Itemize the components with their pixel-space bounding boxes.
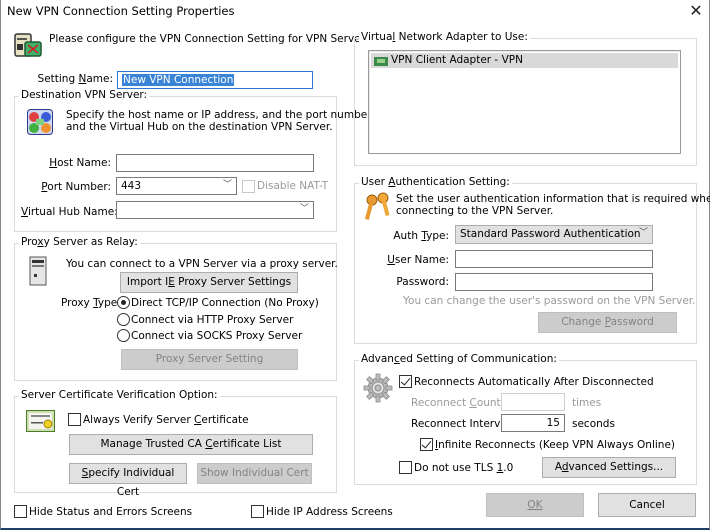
certificate-group-label: Server Certificate Verification Option: bbox=[19, 389, 220, 401]
reconnect-interval-input[interactable]: 15 bbox=[501, 414, 565, 432]
advanced-group-label: Advanced Setting of Communication: bbox=[359, 353, 559, 365]
change-password-button[interactable]: Change Password bbox=[538, 312, 677, 333]
chevron-down-icon: ﹀ bbox=[299, 204, 309, 214]
reconnect-count-input[interactable] bbox=[501, 393, 565, 411]
host-name-input[interactable] bbox=[116, 154, 314, 172]
auth-description-line2: connecting to the VPN Server. bbox=[396, 205, 554, 217]
setting-name-label: Setting Name: bbox=[37, 73, 113, 85]
destination-group-label: Destination VPN Server: bbox=[19, 89, 150, 101]
adapter-group-label: Virtual Network Adapter to Use: bbox=[359, 31, 530, 43]
proxy-option-direct-label: Direct TCP/IP Connection (No Proxy) bbox=[131, 297, 319, 309]
proxy-type-label: Proxy Type: bbox=[61, 297, 121, 309]
auth-description-line1: Set the user authentication information … bbox=[396, 193, 710, 205]
network-adapter-icon bbox=[374, 56, 388, 66]
hide-ip-label: Hide IP Address Screens bbox=[266, 506, 393, 518]
disable-natt-label: Disable NAT-T bbox=[257, 180, 329, 192]
infinite-reconnect-checkbox[interactable] bbox=[420, 438, 433, 451]
hide-status-label: Hide Status and Errors Screens bbox=[29, 506, 193, 518]
vpn-properties-dialog: New VPN Connection Setting Properties ✕ … bbox=[0, 0, 710, 530]
import-ie-proxy-button[interactable]: Import IE Proxy Server Settings bbox=[120, 272, 298, 293]
adapter-list[interactable]: VPN Client Adapter - VPN bbox=[368, 50, 681, 154]
setting-name-input[interactable]: New VPN Connection bbox=[117, 71, 313, 89]
ok-button[interactable]: OK bbox=[486, 493, 584, 517]
always-verify-checkbox[interactable] bbox=[68, 413, 81, 426]
list-item[interactable]: VPN Client Adapter - VPN bbox=[371, 53, 678, 68]
proxy-server-setting-button[interactable]: Proxy Server Setting bbox=[121, 349, 298, 370]
always-verify-label: Always Verify Server Certificate bbox=[83, 414, 249, 426]
close-icon[interactable]: ✕ bbox=[687, 2, 705, 20]
disable-natt-checkbox[interactable] bbox=[242, 180, 255, 193]
computer-tower-icon bbox=[28, 256, 48, 286]
infinite-reconnect-label: Infinite Reconnects (Keep VPN Always Onl… bbox=[435, 439, 676, 451]
reconnect-auto-label: Reconnects Automatically After Disconnec… bbox=[414, 376, 654, 388]
window-title: New VPN Connection Setting Properties bbox=[7, 4, 235, 18]
username-label: User Name: bbox=[387, 254, 449, 266]
intro-text: Please configure the VPN Connection Sett… bbox=[49, 33, 368, 45]
reconnect-count-label: Reconnect Count: bbox=[411, 397, 505, 409]
specify-individual-cert-button[interactable]: Specify Individual Cert bbox=[69, 463, 187, 498]
port-number-label: Port Number: bbox=[41, 181, 111, 193]
password-input[interactable] bbox=[455, 273, 653, 291]
host-name-label: Host Name: bbox=[49, 157, 111, 169]
chevron-down-icon: ﹀ bbox=[222, 180, 232, 190]
chevron-down-icon: ﹀ bbox=[638, 228, 648, 238]
manage-trusted-ca-button[interactable]: Manage Trusted CA Certificate List bbox=[69, 434, 313, 455]
reconnect-auto-checkbox[interactable] bbox=[399, 375, 412, 388]
advanced-settings-button[interactable]: Advanced Settings... bbox=[542, 457, 676, 478]
auth-type-combo[interactable]: Standard Password Authentication ﹀ bbox=[455, 225, 653, 244]
username-input[interactable] bbox=[455, 250, 653, 268]
certificate-icon bbox=[26, 410, 55, 432]
hide-ip-checkbox[interactable] bbox=[251, 505, 264, 518]
proxy-radio-http[interactable] bbox=[117, 313, 130, 326]
proxy-option-socks-label: Connect via SOCKS Proxy Server bbox=[131, 330, 303, 342]
password-label: Password: bbox=[396, 276, 449, 288]
proxy-option-http-label: Connect via HTTP Proxy Server bbox=[131, 314, 294, 326]
hide-status-checkbox[interactable] bbox=[14, 505, 27, 518]
cancel-button[interactable]: Cancel bbox=[598, 493, 696, 517]
reconnect-interval-label: Reconnect Interval: bbox=[411, 418, 514, 430]
password-hint: You can change the user's password on th… bbox=[403, 295, 696, 307]
no-tls10-checkbox[interactable] bbox=[399, 461, 412, 474]
destination-description-line1: Specify the host name or IP address, and… bbox=[66, 109, 372, 121]
vpn-server-icon bbox=[13, 30, 43, 60]
virtual-hub-combo[interactable]: ﹀ bbox=[116, 201, 314, 219]
destination-description-line2: and the Virtual Hub on the destination V… bbox=[66, 121, 333, 133]
virtual-hub-label: Virtual Hub Name: bbox=[21, 206, 118, 218]
proxy-radio-socks[interactable] bbox=[117, 329, 130, 342]
proxy-description: You can connect to a VPN Server via a pr… bbox=[66, 258, 338, 270]
port-number-combo[interactable]: 443 ﹀ bbox=[116, 177, 237, 195]
keys-icon bbox=[363, 192, 393, 222]
reconnect-count-unit: times bbox=[572, 397, 602, 409]
adapter-item-label: VPN Client Adapter - VPN bbox=[391, 54, 523, 66]
auth-type-label: Auth Type: bbox=[393, 230, 449, 242]
proxy-group-label: Proxy Server as Relay: bbox=[19, 236, 140, 248]
no-tls10-label: Do not use TLS 1.0 bbox=[414, 462, 514, 474]
show-individual-cert-button[interactable]: Show Individual Cert bbox=[197, 463, 312, 484]
reconnect-interval-unit: seconds bbox=[572, 418, 615, 430]
gear-icon bbox=[363, 373, 393, 403]
network-hub-icon bbox=[27, 109, 53, 135]
auth-group-label: User Authentication Setting: bbox=[359, 176, 512, 188]
proxy-radio-direct[interactable] bbox=[117, 296, 130, 309]
